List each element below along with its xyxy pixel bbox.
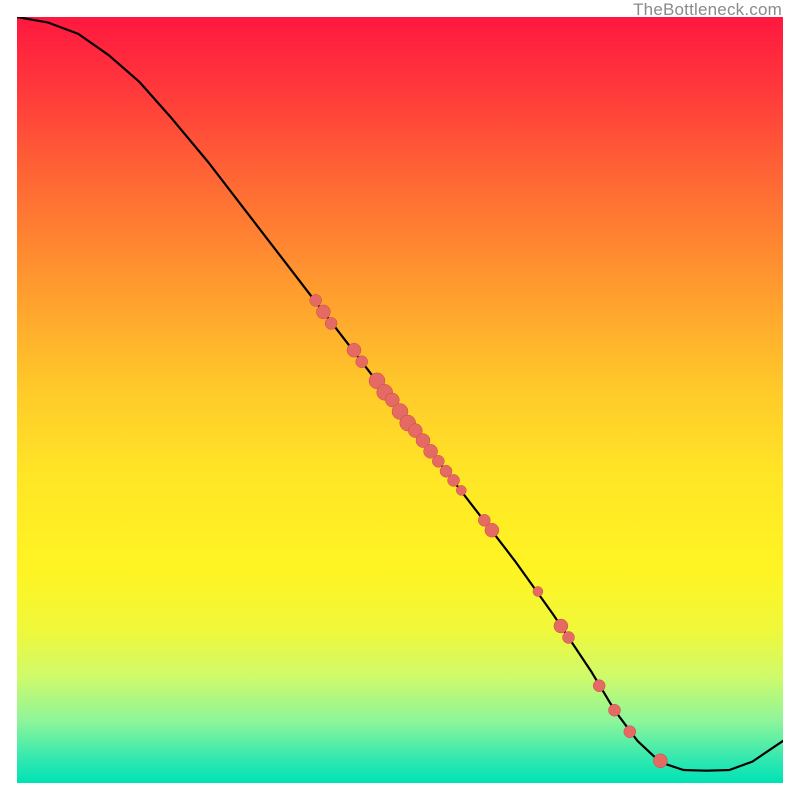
plot-background-gradient — [17, 17, 783, 783]
chart-container: TheBottleneck.com — [0, 0, 800, 800]
watermark-text: TheBottleneck.com — [633, 0, 782, 20]
